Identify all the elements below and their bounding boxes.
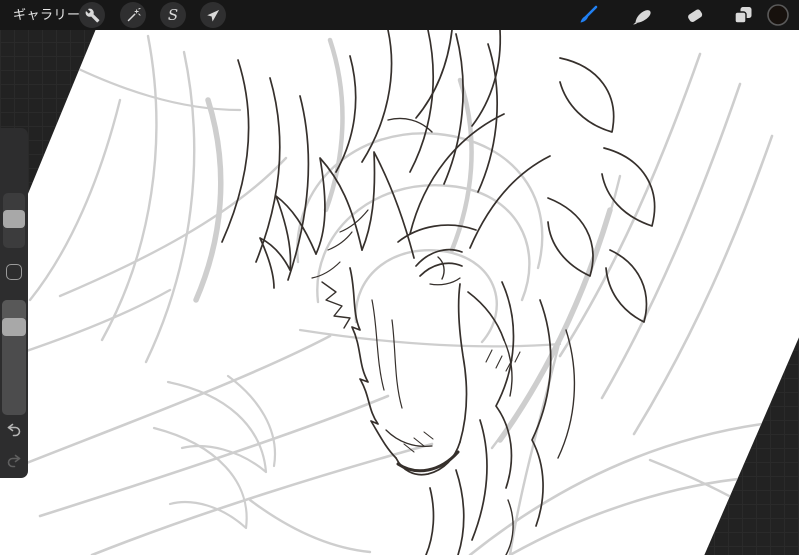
transform-button[interactable] [200, 2, 226, 28]
redo-button[interactable] [2, 450, 26, 474]
modify-button[interactable] [6, 264, 22, 280]
selection-button[interactable]: S [160, 2, 186, 28]
opacity-handle[interactable] [2, 318, 26, 336]
selection-s-icon: S [167, 5, 179, 24]
top-toolbar: ギャラリー S [0, 0, 799, 30]
actions-button[interactable] [79, 2, 105, 28]
paintbrush-icon [580, 5, 598, 23]
magic-wand-icon [127, 7, 141, 21]
paint-tool-button[interactable] [575, 2, 601, 28]
procreate-workspace: ギャラリー S [0, 0, 799, 555]
layers-button[interactable] [730, 2, 756, 28]
opacity-slider-fill [2, 300, 26, 318]
smudge-tool-button[interactable] [630, 2, 656, 28]
brush-sidebar [0, 128, 28, 478]
adjustments-button[interactable] [120, 2, 146, 28]
erase-tool-button[interactable] [682, 2, 708, 28]
undo-icon [7, 423, 21, 437]
undo-button[interactable] [2, 419, 26, 443]
eraser-icon [688, 9, 703, 22]
layers-icon [734, 7, 752, 24]
gallery-button[interactable]: ギャラリー [13, 0, 81, 30]
transform-arrow-icon [206, 9, 219, 21]
wrench-icon [85, 8, 99, 22]
redo-icon [7, 454, 21, 468]
drawing-canvas[interactable] [0, 0, 799, 555]
smudge-icon [633, 10, 651, 25]
brush-size-handle[interactable] [3, 210, 25, 228]
color-button[interactable] [765, 2, 791, 28]
color-swatch-icon [767, 4, 789, 26]
